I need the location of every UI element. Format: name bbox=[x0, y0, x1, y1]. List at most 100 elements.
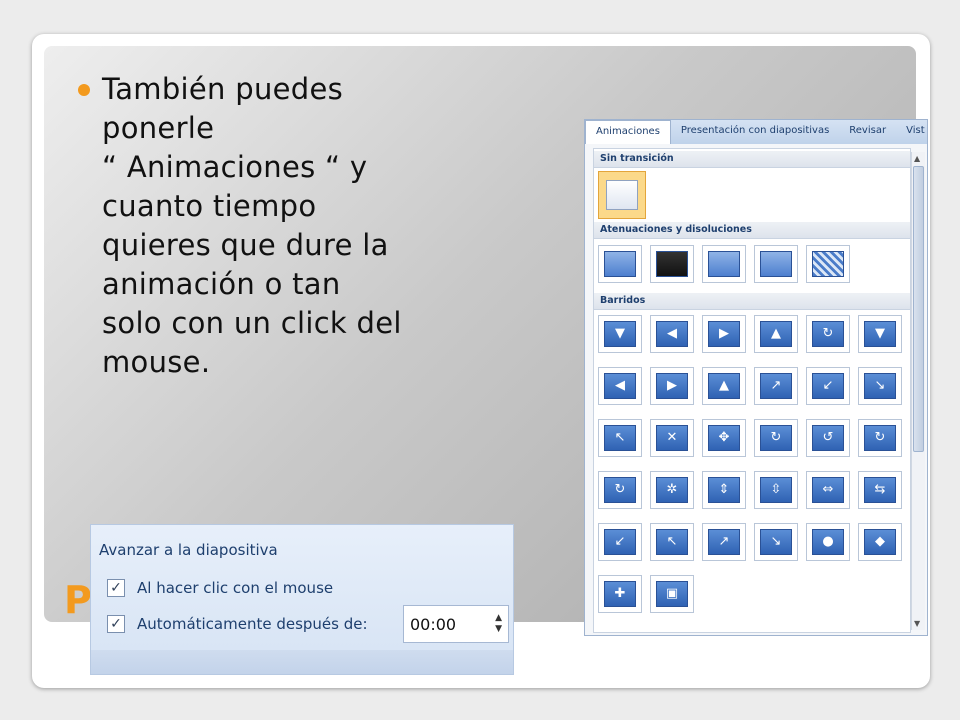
arrow-right-icon: ▶ bbox=[667, 378, 677, 393]
transition-fade-item[interactable] bbox=[598, 245, 642, 283]
section-atenuaciones: Atenuaciones y disoluciones bbox=[594, 222, 910, 239]
box-out-item[interactable]: ✥ bbox=[702, 419, 746, 457]
split-icon: ⇆ bbox=[874, 482, 886, 497]
arrow-right-icon: ▶ bbox=[719, 326, 729, 341]
arrow-diagonal-icon: ↙ bbox=[822, 378, 834, 393]
wipe-down-2-item[interactable]: ▼ bbox=[858, 315, 902, 353]
wheel-4-item[interactable]: ↻ bbox=[598, 471, 642, 509]
cover-down-right-item[interactable]: ↘ bbox=[858, 367, 902, 405]
split-vertical-out-item[interactable]: ⇆ bbox=[858, 471, 902, 509]
tab-vista[interactable]: Vist bbox=[896, 120, 935, 144]
time-spinner[interactable]: ▲ ▼ bbox=[495, 613, 502, 635]
diamond-out-item[interactable]: ◆ bbox=[858, 523, 902, 561]
auto-time-input[interactable]: 00:00 ▲ ▼ bbox=[403, 605, 509, 643]
wipe-wheel-item[interactable]: ↻ bbox=[806, 315, 850, 353]
strips-right-up-item[interactable]: ↗ bbox=[702, 523, 746, 561]
scroll-down-icon[interactable]: ▼ bbox=[914, 619, 920, 628]
wipe-down-item[interactable]: ▼ bbox=[598, 315, 642, 353]
plus-icon: ✚ bbox=[614, 586, 626, 601]
cover-up-right-item[interactable]: ↗ bbox=[754, 367, 798, 405]
spin-up-icon[interactable]: ▲ bbox=[495, 613, 502, 624]
arrow-left-icon: ◀ bbox=[615, 378, 625, 393]
arrow-diagonal-icon: ↗ bbox=[770, 378, 782, 393]
circle-icon: ● bbox=[822, 534, 834, 549]
push-up-item[interactable]: ▲ bbox=[702, 367, 746, 405]
section-sin-transicion: Sin transición bbox=[594, 151, 910, 168]
gallery-list: Sin transición Atenuaciones y disolucion… bbox=[593, 148, 911, 633]
wipe-up-item[interactable]: ▲ bbox=[754, 315, 798, 353]
strips-left-up-item[interactable]: ↖ bbox=[650, 523, 694, 561]
diamond-icon: ◆ bbox=[875, 534, 885, 549]
gallery-scrollbar[interactable]: ▲ ▼ bbox=[911, 152, 925, 630]
cover-up-left-item[interactable]: ↖ bbox=[598, 419, 642, 457]
box-in-icon: ✕ bbox=[666, 430, 678, 445]
push-left-item[interactable]: ◀ bbox=[598, 367, 642, 405]
split-icon: ⇳ bbox=[770, 482, 782, 497]
on-click-checkbox[interactable]: ✓ bbox=[107, 579, 125, 597]
spin-down-icon[interactable]: ▼ bbox=[495, 624, 502, 635]
section-barridos: Barridos bbox=[594, 293, 910, 310]
box-out-icon: ✥ bbox=[718, 430, 730, 445]
slide-body-text: También puedes ponerle “ Animaciones “ y… bbox=[102, 72, 402, 379]
wheel-icon: ↺ bbox=[822, 430, 834, 445]
transitions-gallery: Animaciones Presentación con diapositiva… bbox=[584, 119, 928, 636]
wheel-clockwise-item[interactable]: ↻ bbox=[754, 419, 798, 457]
plus-out-item[interactable]: ✚ bbox=[598, 575, 642, 613]
arrow-diagonal-icon: ↘ bbox=[770, 534, 782, 549]
transition-fade-black-item[interactable] bbox=[650, 245, 694, 283]
arrow-left-icon: ◀ bbox=[667, 326, 677, 341]
split-horizontal-in-item[interactable]: ⇕ bbox=[702, 471, 746, 509]
split-vertical-in-item[interactable]: ⇔ bbox=[806, 471, 850, 509]
tab-revisar[interactable]: Revisar bbox=[839, 120, 896, 144]
arrow-up-icon: ▲ bbox=[719, 378, 729, 393]
advance-panel-title: Avanzar a la diapositiva bbox=[99, 541, 278, 559]
arrow-diagonal-icon: ↗ bbox=[718, 534, 730, 549]
arrow-diagonal-icon: ↘ bbox=[874, 378, 886, 393]
box-in-item[interactable]: ✕ bbox=[650, 419, 694, 457]
auto-time-value: 00:00 bbox=[410, 614, 457, 634]
tab-presentacion[interactable]: Presentación con diapositivas bbox=[671, 120, 839, 144]
wheel-icon: ↻ bbox=[874, 430, 886, 445]
cover-down-left-item[interactable]: ↙ bbox=[806, 367, 850, 405]
strips-left-down-item[interactable]: ↙ bbox=[598, 523, 642, 561]
auto-after-option[interactable]: ✓ Automáticamente después de: bbox=[107, 615, 368, 633]
slide-title-fragment: P bbox=[64, 578, 92, 622]
arrow-diagonal-icon: ↙ bbox=[614, 534, 626, 549]
transition-fade-through-item[interactable] bbox=[754, 245, 798, 283]
newsflash-icon: ▣ bbox=[665, 586, 679, 601]
wheel-3-item[interactable]: ↻ bbox=[858, 419, 902, 457]
wheel-icon: ✲ bbox=[666, 482, 678, 497]
arrow-diagonal-icon: ↖ bbox=[666, 534, 678, 549]
transition-checker-item[interactable] bbox=[806, 245, 850, 283]
wheel-2-item[interactable]: ↺ bbox=[806, 419, 850, 457]
split-icon: ⇔ bbox=[822, 482, 834, 497]
panel-bottom-strip bbox=[91, 650, 513, 674]
strips-right-down-item[interactable]: ↘ bbox=[754, 523, 798, 561]
arrow-diagonal-icon: ↖ bbox=[614, 430, 626, 445]
split-icon: ⇕ bbox=[718, 482, 730, 497]
bullet-icon bbox=[78, 84, 90, 96]
wheel-8-item[interactable]: ✲ bbox=[650, 471, 694, 509]
newsflash-item[interactable]: ▣ bbox=[650, 575, 694, 613]
wipe-left-item[interactable]: ◀ bbox=[650, 315, 694, 353]
arrow-down-icon: ▼ bbox=[875, 326, 885, 341]
scroll-thumb[interactable] bbox=[913, 166, 924, 452]
on-click-option[interactable]: ✓ Al hacer clic con el mouse bbox=[107, 579, 333, 597]
transition-dissolve-item[interactable] bbox=[702, 245, 746, 283]
advance-slide-panel: Avanzar a la diapositiva ✓ Al hacer clic… bbox=[90, 524, 514, 675]
wheel-icon: ↻ bbox=[770, 430, 782, 445]
auto-after-checkbox[interactable]: ✓ bbox=[107, 615, 125, 633]
transition-none-item[interactable] bbox=[598, 171, 646, 219]
arrow-up-icon: ▲ bbox=[771, 326, 781, 341]
push-right-item[interactable]: ▶ bbox=[650, 367, 694, 405]
on-click-label: Al hacer clic con el mouse bbox=[137, 579, 334, 597]
tab-animaciones[interactable]: Animaciones bbox=[585, 120, 671, 144]
ribbon-tabs: Animaciones Presentación con diapositiva… bbox=[585, 120, 927, 144]
arrow-down-icon: ▼ bbox=[615, 326, 625, 341]
wipe-right-item[interactable]: ▶ bbox=[702, 315, 746, 353]
circle-out-item[interactable]: ● bbox=[806, 523, 850, 561]
wheel-icon: ↻ bbox=[822, 326, 834, 341]
auto-after-label: Automáticamente después de: bbox=[137, 615, 368, 633]
scroll-up-icon[interactable]: ▲ bbox=[914, 154, 920, 163]
split-horizontal-out-item[interactable]: ⇳ bbox=[754, 471, 798, 509]
